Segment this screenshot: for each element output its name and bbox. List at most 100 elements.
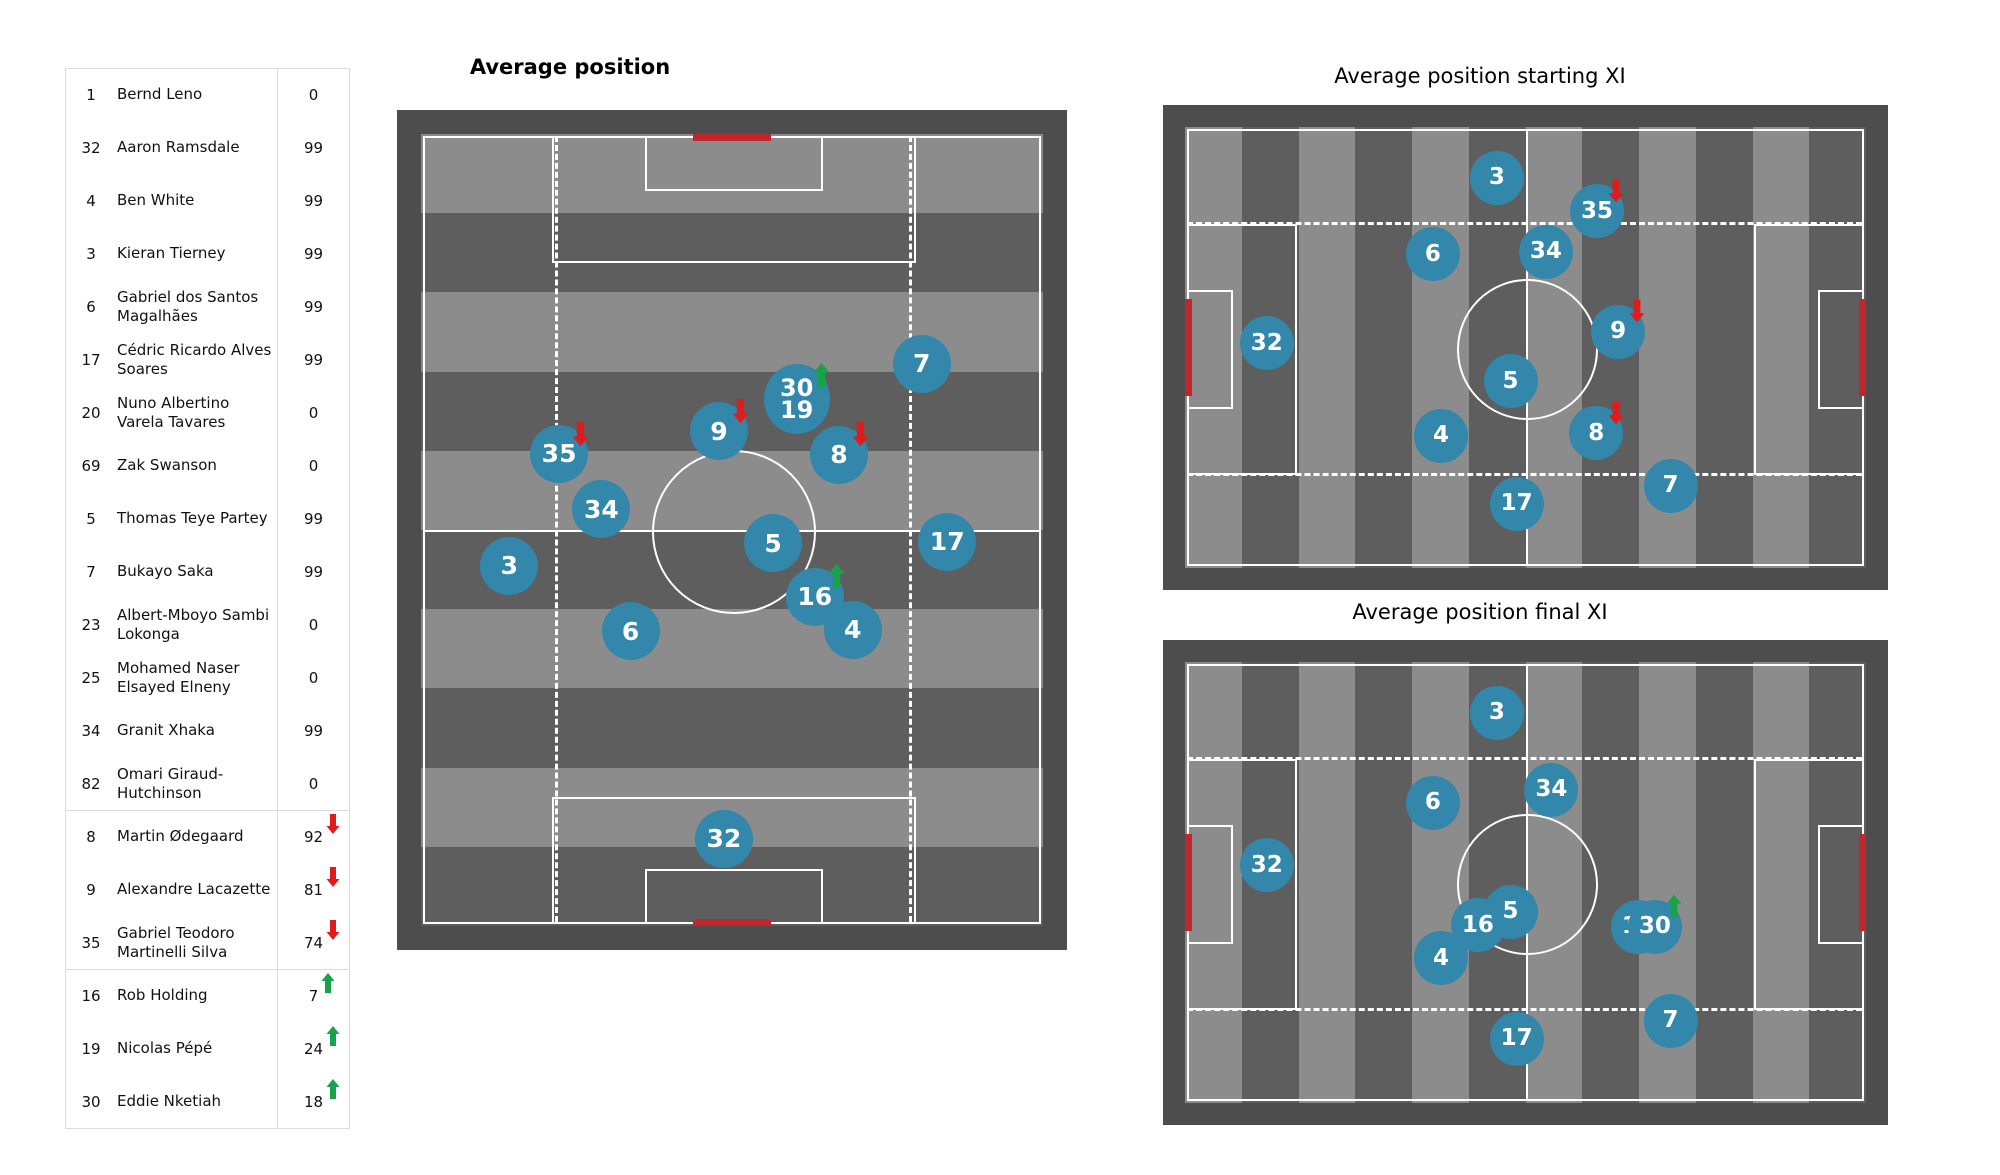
table-row: 34 Granit Xhaka 99 [65, 704, 350, 757]
player-minutes-cell: 92 [277, 810, 350, 863]
table-divider [65, 68, 350, 69]
player-name: Eddie Nketiah [117, 1092, 222, 1111]
dashed-line-top [1187, 221, 1862, 225]
dashed-line-top [1187, 756, 1862, 760]
player-minutes: 99 [303, 562, 324, 581]
player-name: Aaron Ramsdale [117, 138, 240, 157]
player-number: 82 [81, 774, 101, 793]
table-row: 4 Ben White 99 [65, 174, 350, 227]
player-number: 20 [81, 403, 101, 422]
table-row: 9 Alexandre Lacazette 81 [65, 863, 350, 916]
player-minutes: 7 [309, 972, 335, 1005]
table-row: 6 Gabriel dos Santos Magalhães 99 [65, 280, 350, 333]
dashed-line-left [554, 136, 558, 922]
six-yard-top [644, 136, 824, 192]
player-marker: 3 [480, 536, 539, 595]
player-number: 6 [86, 297, 96, 316]
player-marker: 32 [1239, 316, 1294, 371]
player-name: Alexandre Lacazette [117, 880, 271, 899]
player-minutes-cell: 0 [277, 386, 350, 439]
player-marker: 4 [823, 600, 882, 659]
player-minutes: 99 [303, 138, 324, 157]
table-row: 69 Zak Swanson 0 [65, 439, 350, 492]
starting-xi-pitch: 3 35 34 6 9 5 32 8 4 7 17 [1163, 105, 1888, 590]
table-row: 25 Mohamed Naser Elsayed Elneny 0 [65, 651, 350, 704]
player-minutes: 74 [304, 919, 340, 952]
player-name: Cédric Ricardo Alves Soares [117, 341, 272, 378]
table-row: 16 Rob Holding 7 [65, 969, 350, 1022]
player-minutes-cell: 0 [277, 68, 350, 121]
player-name: Martin Ødegaard [117, 827, 244, 846]
player-number: 3 [86, 244, 96, 263]
player-minutes: 18 [304, 1078, 340, 1111]
player-minutes-cell: 99 [277, 492, 350, 545]
table-row: 82 Omari Giraud-Hutchinson 0 [65, 757, 350, 810]
six-yard-right [1817, 825, 1864, 944]
player-marker: 8 [809, 425, 868, 484]
final-xi-pitch: 33463251619304177 [1163, 640, 1888, 1125]
goal-left [1185, 298, 1192, 396]
player-minutes: 0 [308, 774, 319, 793]
six-yard-left [1187, 290, 1234, 409]
dashed-line-bottom [1187, 473, 1862, 477]
player-marker: 6 [601, 602, 660, 661]
sub-off-arrow-icon [326, 813, 340, 834]
player-number: 23 [81, 615, 101, 634]
player-minutes-cell: 0 [277, 439, 350, 492]
player-name: Bukayo Saka [117, 562, 214, 581]
player-marker: 4 [1414, 931, 1469, 986]
goal-left [1185, 833, 1192, 931]
player-minutes-cell: 99 [277, 227, 350, 280]
player-number: 17 [81, 350, 101, 369]
player-minutes-cell: 18 [277, 1075, 350, 1128]
player-marker: 32 [1239, 838, 1294, 893]
player-minutes: 92 [304, 813, 340, 846]
player-number: 9 [86, 880, 96, 899]
goal-bottom [693, 919, 771, 926]
table-group-divider [65, 969, 350, 970]
player-marker: 5 [1483, 354, 1538, 409]
player-minutes: 81 [304, 866, 340, 899]
player-marker: 35 [530, 424, 589, 483]
player-number: 35 [81, 933, 101, 952]
player-minutes-cell: 7 [277, 969, 350, 1022]
player-marker: 9 [689, 402, 748, 460]
player-minutes-cell: 99 [277, 545, 350, 598]
table-group-divider [65, 810, 350, 811]
sub-off-arrow-icon [326, 919, 340, 940]
player-number: 8 [86, 827, 96, 846]
player-number: 25 [81, 668, 101, 687]
player-number: 34 [81, 721, 101, 740]
table-row: 23 Albert-Mboyo Sambi Lokonga 0 [65, 598, 350, 651]
player-name: Kieran Tierney [117, 244, 226, 263]
table-row: 5 Thomas Teye Partey 99 [65, 492, 350, 545]
player-minutes-table: 1 Bernd Leno 0 32 Aaron Ramsdale 99 4 Ben White… [65, 68, 350, 1129]
goal-top [693, 134, 771, 141]
table-row: 7 Bukayo Saka 99 [65, 545, 350, 598]
player-marker: 30 19 [763, 363, 830, 434]
player-number: 5 [86, 509, 96, 528]
player-marker-number: 19 [779, 395, 814, 424]
player-minutes-cell: 99 [277, 280, 350, 333]
player-marker: 32 [694, 809, 753, 868]
goal-right [1859, 833, 1866, 931]
player-marker: 7 [1643, 458, 1698, 513]
table-row: 17 Cédric Ricardo Alves Soares 99 [65, 333, 350, 386]
player-marker: 17 [1489, 1011, 1544, 1066]
six-yard-right [1817, 290, 1864, 409]
player-minutes: 0 [308, 403, 319, 422]
player-name: Nuno Albertino Varela Tavares [117, 394, 230, 431]
sub-off-arrow-icon [326, 866, 340, 887]
player-marker: 3 [1469, 150, 1524, 205]
player-minutes: 99 [303, 244, 324, 263]
player-number: 16 [81, 986, 101, 1005]
player-name: Bernd Leno [117, 85, 203, 104]
player-minutes: 0 [308, 668, 319, 687]
player-marker: 9 [1591, 304, 1646, 359]
player-marker: 17 [918, 512, 977, 571]
player-marker: 6 [1405, 227, 1460, 281]
player-number: 69 [81, 456, 101, 475]
player-name: Thomas Teye Partey [117, 509, 268, 528]
table-row: 1 Bernd Leno 0 [65, 68, 350, 121]
player-name: Mohamed Naser Elsayed Elneny [117, 659, 240, 696]
